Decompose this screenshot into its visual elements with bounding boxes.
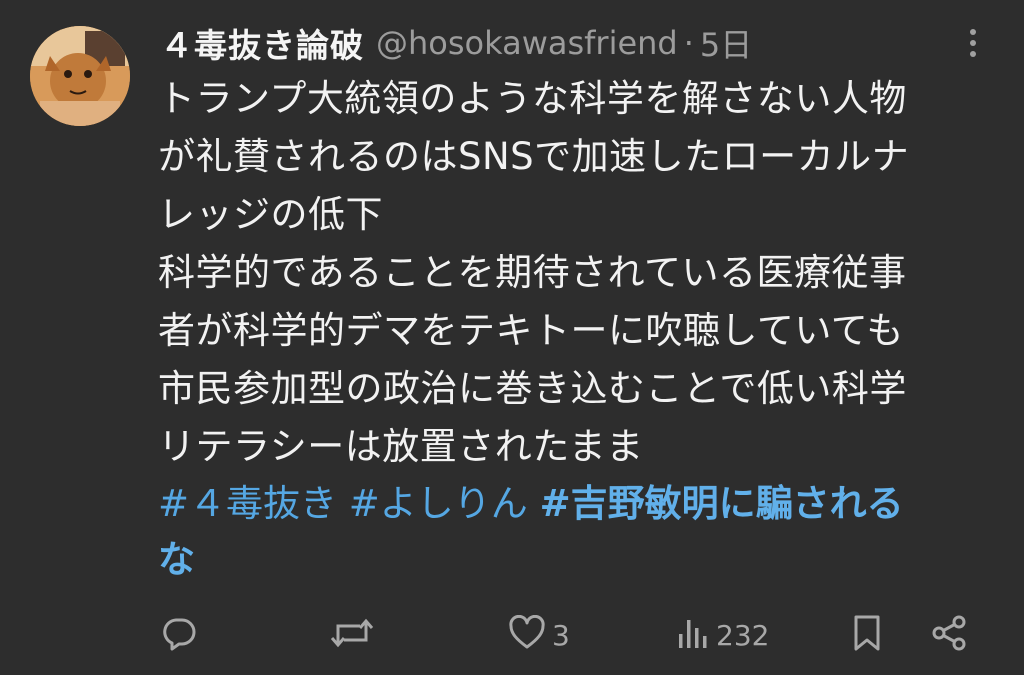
retweet-button[interactable] — [330, 612, 380, 658]
share-icon — [930, 614, 968, 656]
like-count: 3 — [552, 618, 570, 652]
display-name[interactable]: ４毒抜き論破 — [160, 19, 364, 67]
action-bar: 3 232 — [158, 612, 978, 658]
separator-dot: · — [683, 24, 694, 62]
hashtag-link-continued[interactable]: な — [158, 538, 195, 581]
hashtag-link[interactable]: #４毒抜き — [158, 482, 337, 525]
tweet-text-line: トランプ大統領のような科学を解さない人物 — [158, 77, 907, 120]
tweet-text-line: 市民参加型の政治に巻き込むことで低い科学 — [158, 367, 907, 410]
hashtag-link[interactable]: #よしりん — [349, 482, 528, 525]
tweet-text-line: レッジの低下 — [158, 193, 383, 236]
bookmark-button[interactable] — [852, 612, 882, 658]
views-button[interactable]: 232 — [676, 612, 769, 658]
like-button[interactable]: 3 — [508, 612, 570, 658]
tweet-header: ４毒抜き論破 @hosokawasfriend · 5日 — [160, 20, 752, 66]
tweet-text-line: が礼賛されるのはSNSで加速したローカルナ — [158, 135, 910, 178]
retweet-icon — [330, 614, 374, 656]
share-button[interactable] — [930, 612, 968, 658]
hashtag-block: #４毒抜き #よしりん #吉野敏明に騙される な — [158, 476, 1008, 588]
tweet-text-line: リテラシーは放置されたまま — [158, 425, 644, 468]
tweet-card[interactable]: ４毒抜き論破 @hosokawasfriend · 5日 トランプ大統領のような… — [0, 0, 1024, 675]
user-handle[interactable]: @hosokawasfriend — [376, 24, 678, 62]
heart-icon — [508, 614, 546, 655]
more-options-icon[interactable] — [958, 28, 988, 58]
avatar[interactable] — [30, 26, 130, 126]
views-icon — [676, 616, 710, 654]
tweet-text-line: 者が科学的デマをテキトーに吹聴していても — [158, 309, 904, 352]
tweet-text-line: 科学的であることを期待されている医療従事 — [158, 251, 907, 294]
hashtag-link[interactable]: #吉野敏明に騙される — [540, 482, 904, 525]
avatar-image — [30, 26, 130, 126]
bookmark-icon — [852, 614, 882, 656]
reply-icon — [160, 614, 198, 656]
views-count: 232 — [716, 618, 770, 652]
reply-button[interactable] — [160, 612, 204, 658]
tweet-text: トランプ大統領のような科学を解さない人物 が礼賛されるのはSNSで加速したローカ… — [158, 70, 1008, 476]
timestamp[interactable]: 5日 — [700, 20, 752, 66]
